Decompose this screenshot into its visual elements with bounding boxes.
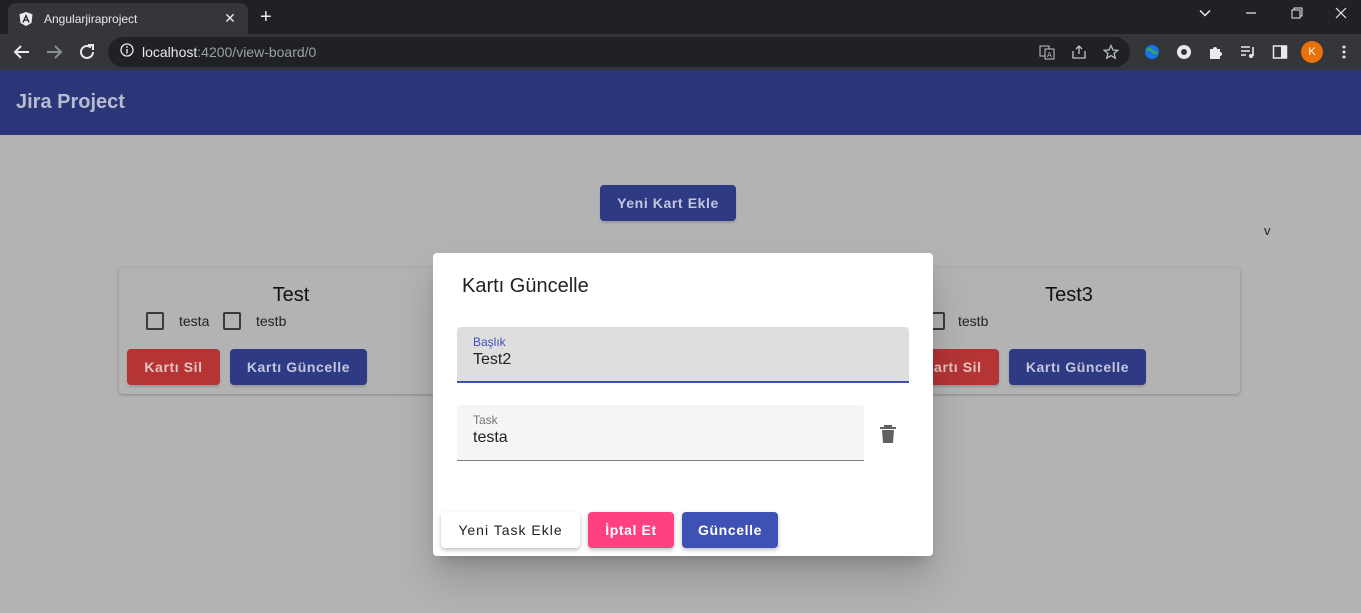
- task-label: testa: [179, 313, 210, 329]
- card-title: Test: [272, 284, 310, 306]
- delete-task-icon[interactable]: [877, 422, 899, 446]
- translate-icon[interactable]: A: [1039, 44, 1055, 60]
- dialog-title: Kartı Güncelle: [462, 275, 589, 297]
- address-bar[interactable]: localhost:4200/view-board/0 A: [108, 37, 1130, 67]
- app-title: Jira Project: [16, 91, 125, 113]
- title-input[interactable]: [473, 351, 893, 369]
- card-title: Test3: [1045, 284, 1093, 306]
- board-card: Test testa testb Kartı Sil Kartı Güncell…: [119, 268, 463, 394]
- update-card-button[interactable]: Kartı Güncelle: [230, 349, 367, 385]
- restore-icon[interactable]: [1291, 6, 1303, 23]
- reload-icon[interactable]: [76, 41, 98, 63]
- site-info-icon[interactable]: [120, 42, 134, 62]
- task-label: testb: [958, 313, 989, 329]
- new-tab-icon[interactable]: +: [260, 7, 272, 27]
- cancel-button[interactable]: İptal Et: [588, 512, 674, 548]
- profile-avatar[interactable]: K: [1301, 41, 1323, 63]
- delete-card-button[interactable]: Kartı Sil: [127, 349, 220, 385]
- stray-text: v: [1264, 223, 1271, 238]
- browser-tab[interactable]: Angularjiraproject ✕: [8, 3, 248, 34]
- task-field-label: Task: [473, 413, 498, 427]
- side-panel-icon[interactable]: [1271, 43, 1289, 61]
- task-checkbox[interactable]: [146, 312, 164, 330]
- task-checkbox[interactable]: [223, 312, 241, 330]
- tab-search-icon[interactable]: [1198, 6, 1212, 23]
- forward-arrow-icon[interactable]: [43, 41, 65, 63]
- extension-circle-icon[interactable]: [1175, 43, 1193, 61]
- tab-title: Angularjiraproject: [44, 11, 138, 26]
- back-arrow-icon[interactable]: [11, 41, 33, 63]
- title-field-label: Başlık: [473, 335, 506, 349]
- url-path: :4200/view-board/0: [197, 44, 317, 60]
- title-field[interactable]: Başlık: [457, 327, 909, 383]
- task-label: testb: [256, 313, 287, 329]
- add-task-button[interactable]: Yeni Task Ekle: [441, 512, 580, 548]
- bookmark-star-icon[interactable]: [1103, 44, 1119, 60]
- extensions-puzzle-icon[interactable]: [1207, 43, 1225, 61]
- media-controls-icon[interactable]: [1239, 43, 1257, 61]
- update-card-dialog: Kartı Güncelle Başlık Task Yeni Task Ekl…: [433, 253, 933, 556]
- app-header: Jira Project: [0, 70, 1361, 135]
- url-host: localhost: [142, 44, 198, 60]
- svg-text:A: A: [1047, 51, 1052, 59]
- browser-toolbar: localhost:4200/view-board/0 A K: [0, 34, 1361, 70]
- task-field[interactable]: Task: [457, 405, 864, 461]
- update-card-button[interactable]: Kartı Güncelle: [1009, 349, 1146, 385]
- minimize-icon[interactable]: [1245, 6, 1257, 23]
- add-card-button[interactable]: Yeni Kart Ekle: [600, 185, 736, 221]
- task-input[interactable]: [473, 429, 848, 447]
- extension-globe-icon[interactable]: [1143, 43, 1161, 61]
- browser-tab-bar: Angularjiraproject ✕ +: [0, 0, 1361, 34]
- angular-logo-icon: [18, 11, 34, 27]
- close-window-icon[interactable]: [1335, 6, 1347, 23]
- board-card: Test3 testb Kartı Sil Kartı Güncelle: [898, 268, 1240, 394]
- close-tab-icon[interactable]: ✕: [222, 10, 238, 27]
- save-button[interactable]: Güncelle: [682, 512, 778, 548]
- browser-menu-icon[interactable]: [1335, 43, 1353, 61]
- share-icon[interactable]: [1071, 44, 1087, 60]
